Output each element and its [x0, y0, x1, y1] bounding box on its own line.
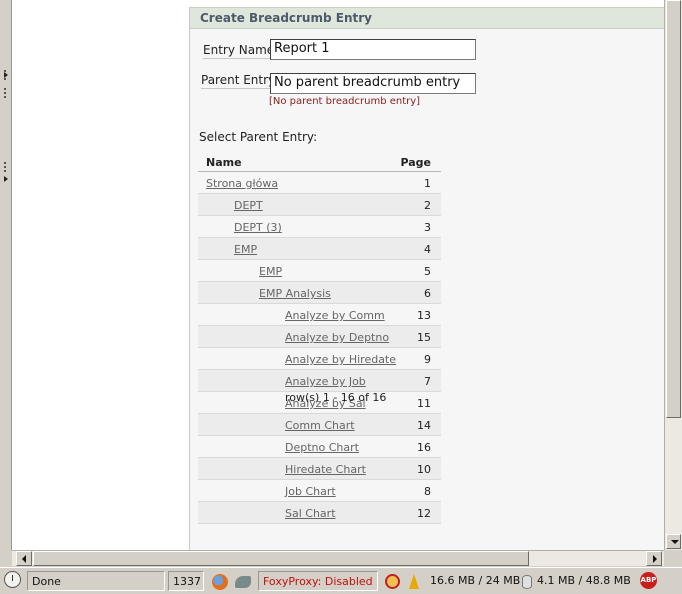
breadcrumb-entry-link[interactable]: Analyze by Deptno [285, 331, 389, 344]
page-number: 5 [424, 265, 431, 278]
memory-usage: 16.6 MB / 24 MB [430, 574, 521, 587]
table-row[interactable]: Analyze by Job 7 [198, 370, 441, 392]
breadcrumb-entry-link[interactable]: Analyze by Job [285, 375, 366, 388]
region-title: Create Breadcrumb Entry [200, 11, 372, 25]
breadcrumb-entry-region: Create Breadcrumb Entry Entry Name Repor… [189, 7, 664, 550]
arrow-down-icon [671, 540, 679, 544]
page-viewport: Create Breadcrumb Entry Entry Name Repor… [12, 0, 664, 550]
breadcrumb-entry-link[interactable]: EMP Analysis [259, 287, 331, 300]
page-number: 2 [424, 199, 431, 212]
page-number: 4 [424, 243, 431, 256]
table-row[interactable]: EMP 4 [198, 238, 441, 260]
page-number: 13 [417, 309, 431, 322]
page-number: 16 [417, 441, 431, 454]
select-parent-label: Select Parent Entry: [199, 130, 318, 144]
report-rows: Strona główa 1 DEPT 2 DEPT (3) 3 EMP 4 EMP 5 EMP A… [198, 172, 441, 524]
page-number: 14 [417, 419, 431, 432]
table-row[interactable]: Analyze by Comm 13 [198, 304, 441, 326]
status-number: 1337 [168, 571, 204, 591]
page-number: 12 [417, 507, 431, 520]
breadcrumb-entry-link[interactable]: Sal Chart [285, 507, 336, 520]
arrow-left-icon [22, 555, 26, 563]
table-row[interactable]: DEPT (3) 3 [198, 216, 441, 238]
breadcrumb-entry-link[interactable]: EMP [234, 243, 257, 256]
breadcrumb-entry-link[interactable]: Job Chart [285, 485, 336, 498]
page-number: 11 [417, 397, 431, 410]
breadcrumb-entry-link[interactable]: DEPT (3) [234, 221, 282, 234]
breadcrumb-entry-link[interactable]: Strona główa [206, 177, 278, 190]
entry-name-label: Entry Name [203, 43, 275, 59]
page-number: 8 [424, 485, 431, 498]
table-row[interactable]: EMP 5 [198, 260, 441, 282]
block-icon[interactable] [385, 574, 400, 589]
table-row[interactable]: Analyze by Hiredate 9 [198, 348, 441, 370]
table-row[interactable]: Comm Chart 14 [198, 414, 441, 436]
pagination-text: row(s) 1 - 16 of 16 [285, 391, 387, 404]
table-row[interactable]: Job Chart 8 [198, 480, 441, 502]
disk-usage: 4.1 MB / 48.8 MB [537, 574, 631, 587]
splitter-grip[interactable] [4, 162, 7, 172]
table-row[interactable]: Hiredate Chart 10 [198, 458, 441, 480]
clock-icon [4, 571, 21, 588]
status-text: Done [27, 571, 165, 591]
column-header-page[interactable]: Page [400, 156, 431, 169]
page-number: 3 [424, 221, 431, 234]
page-number: 10 [417, 463, 431, 476]
region-header: Create Breadcrumb Entry [190, 7, 664, 29]
expand-arrow-icon[interactable] [4, 72, 8, 78]
breadcrumb-entry-link[interactable]: Analyze by Hiredate [285, 353, 396, 366]
scroll-left-button[interactable] [16, 551, 32, 566]
table-row[interactable]: Sal Chart 12 [198, 502, 441, 524]
splitter-grip[interactable] [4, 88, 7, 98]
page-number: 9 [424, 353, 431, 366]
status-bar: Done 1337 FoxyProxy: Disabled 16.6 MB / … [0, 567, 682, 594]
table-row[interactable]: DEPT 2 [198, 194, 441, 216]
breadcrumb-entry-link[interactable]: DEPT [234, 199, 263, 212]
parent-entry-input[interactable]: No parent breadcrumb entry [270, 73, 476, 94]
database-icon [522, 575, 532, 589]
shark-icon[interactable] [235, 576, 251, 588]
left-sidebar-gutter [0, 0, 12, 550]
scroll-down-button[interactable] [666, 534, 681, 549]
arrow-right-icon [653, 555, 657, 563]
firefox-icon[interactable] [212, 574, 228, 590]
vertical-scrollbar[interactable] [664, 0, 682, 550]
table-row[interactable]: EMP Analysis 6 [198, 282, 441, 304]
scrollbar-corner [664, 550, 682, 566]
table-row[interactable]: Deptno Chart 16 [198, 436, 441, 458]
entry-name-input[interactable]: Report 1 [270, 39, 476, 60]
breadcrumb-entry-link[interactable]: Deptno Chart [285, 441, 359, 454]
page-number: 15 [417, 331, 431, 344]
adblock-icon[interactable]: ABP [640, 572, 657, 589]
horizontal-scroll-thumb[interactable] [33, 551, 529, 566]
expand-arrow-icon[interactable] [4, 176, 8, 182]
parent-entry-note: [No parent breadcrumb entry] [269, 96, 421, 107]
table-row[interactable]: Analyze by Deptno 15 [198, 326, 441, 348]
column-header-name[interactable]: Name [206, 156, 242, 169]
parent-entry-label: Parent Entry [201, 73, 276, 89]
page-number: 7 [424, 375, 431, 388]
foxyproxy-status[interactable]: FoxyProxy: Disabled [258, 571, 378, 591]
vertical-scroll-thumb[interactable] [666, 0, 681, 418]
breadcrumb-entry-link[interactable]: Hiredate Chart [285, 463, 366, 476]
horizontal-scrollbar[interactable] [12, 550, 664, 566]
breadcrumb-entry-link[interactable]: EMP [259, 265, 282, 278]
page-number: 6 [424, 287, 431, 300]
table-row[interactable]: Strona główa 1 [198, 172, 441, 194]
report-header-row: Name Page [198, 152, 441, 172]
parent-entry-report: Name Page Strona główa 1 DEPT 2 DEPT (3) 3 EMP… [198, 152, 441, 524]
breadcrumb-entry-link[interactable]: Analyze by Comm [285, 309, 385, 322]
breadcrumb-entry-link[interactable]: Comm Chart [285, 419, 355, 432]
scroll-right-button[interactable] [646, 551, 662, 566]
page-number: 1 [424, 177, 431, 190]
